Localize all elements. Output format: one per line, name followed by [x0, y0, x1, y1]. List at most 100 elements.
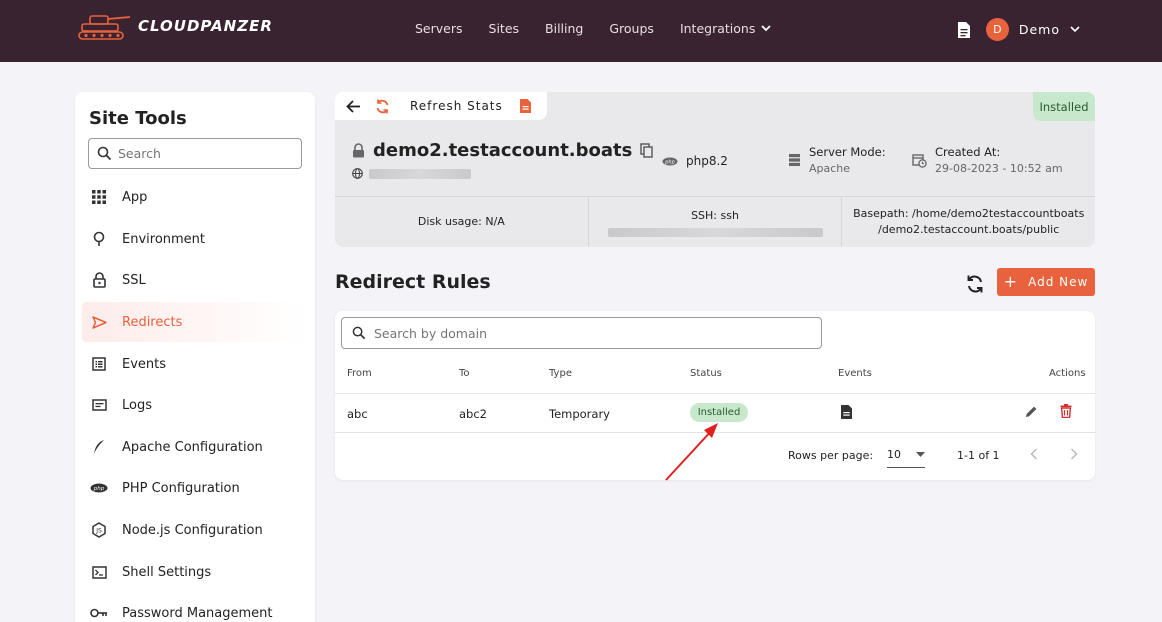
sidebar-item-shell-settings[interactable]: Shell Settings: [82, 552, 308, 592]
column-header-to[interactable]: To: [459, 368, 470, 379]
cell-to: abc2: [459, 407, 487, 421]
events-document-icon[interactable]: [840, 404, 853, 420]
sidebar-item-logs[interactable]: Logs: [82, 385, 308, 425]
rows-per-page-value: 10: [887, 448, 901, 461]
search-icon: [352, 326, 366, 340]
php-icon: php: [90, 479, 108, 497]
svg-text:php: php: [93, 486, 105, 492]
send-icon: [90, 313, 108, 331]
key-icon: [90, 604, 108, 622]
sidebar-item-label: PHP Configuration: [122, 480, 240, 496]
sidebar-item-label: Apache Configuration: [122, 439, 263, 455]
site-toolbar: Refresh Stats: [335, 92, 547, 120]
avatar[interactable]: D: [985, 18, 1009, 41]
column-header-events[interactable]: Events: [838, 368, 872, 379]
sidebar-item-password-management[interactable]: Password Management: [82, 593, 308, 622]
nav-servers-label: Servers: [415, 21, 463, 36]
logo[interactable]: CLOUDPANZER: [76, 10, 273, 42]
ssh-label: SSH: ssh: [691, 208, 739, 222]
nav-integrations-label: Integrations: [679, 21, 756, 36]
site-stats-row: Disk usage: N/A SSH: ssh Basepath: /home…: [335, 196, 1095, 247]
refresh-stats-label[interactable]: Refresh Stats: [410, 99, 503, 113]
basepath-line-2: /demo2.testaccount.boats/public: [878, 223, 1060, 236]
server-icon: [789, 154, 800, 166]
lock-icon: [353, 143, 364, 158]
pagination-range: 1-1 of 1: [957, 449, 1000, 462]
rows-per-page-select[interactable]: 10: [887, 442, 925, 468]
server-mode: Server Mode: Apache: [788, 145, 886, 175]
feather-icon: [90, 438, 108, 456]
nav-sites[interactable]: Sites: [489, 21, 520, 36]
site-tools-sidebar: Site Tools App Environment SSL Redirects…: [75, 92, 315, 622]
user-name[interactable]: Demo: [1019, 22, 1060, 37]
copy-icon[interactable]: [640, 143, 654, 158]
tank-logo-icon: [78, 15, 131, 40]
prev-page-icon[interactable]: [1030, 448, 1038, 460]
document-icon[interactable]: [956, 21, 972, 39]
nav-servers[interactable]: Servers: [415, 21, 463, 36]
sidebar-item-redirects[interactable]: Redirects: [82, 302, 308, 342]
ssh-info: SSH: ssh: [589, 197, 843, 247]
php-icon: php: [662, 157, 678, 165]
sidebar-item-label: Logs: [122, 397, 152, 413]
nav-integrations[interactable]: Integrations: [680, 21, 771, 36]
sidebar-search[interactable]: [88, 138, 302, 169]
sidebar-item-ssl[interactable]: SSL: [82, 260, 308, 300]
edit-icon[interactable]: [1025, 405, 1038, 418]
sidebar-item-nodejs-configuration[interactable]: JS Node.js Configuration: [82, 510, 308, 550]
disk-usage-label: Disk usage: N/A: [417, 215, 505, 228]
add-new-label: Add New: [1028, 275, 1089, 289]
user-area: D Demo: [956, 18, 1080, 41]
server-mode-value: Apache: [809, 162, 851, 175]
plus-icon: +: [1003, 272, 1019, 291]
top-navbar: CLOUDPANZER Servers Sites Billing Groups…: [0, 0, 1162, 62]
search-icon: [97, 146, 112, 161]
nav-billing-label: Billing: [545, 21, 584, 36]
column-header-from[interactable]: From: [347, 368, 372, 379]
sidebar-title: Site Tools: [89, 108, 187, 129]
sidebar-item-label: Events: [122, 356, 167, 372]
grid-icon: [90, 188, 108, 206]
refresh-icon[interactable]: [375, 99, 390, 114]
nav-billing[interactable]: Billing: [545, 21, 583, 36]
domain-row: demo2.testaccount.boats: [352, 140, 654, 161]
header-divider: [335, 393, 1095, 394]
nav-groups[interactable]: Groups: [609, 21, 654, 36]
site-domain: demo2.testaccount.boats: [373, 140, 633, 161]
sidebar-item-environment[interactable]: Environment: [82, 219, 308, 259]
add-new-button[interactable]: + Add New: [997, 268, 1095, 296]
page-title: Redirect Rules: [335, 271, 491, 293]
sidebar-item-apache-configuration[interactable]: Apache Configuration: [82, 427, 308, 467]
created-at-value: 29-08-2023 - 10:52 am: [935, 162, 1063, 175]
sidebar-item-label: Redirects: [122, 314, 183, 330]
refresh-rules-button[interactable]: [963, 272, 987, 296]
annotation-arrow-icon: [665, 423, 718, 481]
cell-from: abc: [347, 407, 368, 421]
next-page-icon[interactable]: [1070, 448, 1078, 460]
calendar-clock-icon: [912, 154, 927, 168]
delete-icon[interactable]: [1060, 404, 1072, 418]
sidebar-search-input[interactable]: [118, 146, 288, 161]
domain-search[interactable]: [341, 317, 822, 349]
basepath-info: Basepath: /home/demo2testaccountboats /d…: [842, 197, 1095, 247]
sidebar-item-app[interactable]: App: [82, 177, 308, 217]
site-info-card: Refresh Stats Installed demo2.testaccoun…: [335, 92, 1095, 247]
column-header-type[interactable]: Type: [549, 368, 572, 379]
user-menu-chevron-icon[interactable]: [1070, 26, 1080, 33]
caret-down-icon: [916, 452, 925, 457]
domain-search-input[interactable]: [374, 325, 794, 341]
chevron-down-icon: [761, 25, 771, 32]
sidebar-item-php-configuration[interactable]: php PHP Configuration: [82, 468, 308, 508]
created-at: Created At: 29-08-2023 - 10:52 am: [912, 145, 1063, 175]
basepath-line-1: Basepath: /home/demo2testaccountboats: [853, 207, 1085, 220]
file-icon[interactable]: [519, 98, 532, 114]
disk-usage: Disk usage: N/A: [335, 197, 589, 247]
sidebar-item-label: Node.js Configuration: [122, 522, 263, 538]
sidebar-item-events[interactable]: Events: [82, 344, 308, 384]
nav-groups-label: Groups: [609, 21, 654, 36]
column-header-status[interactable]: Status: [690, 368, 722, 379]
nodejs-icon: JS: [90, 521, 108, 539]
back-arrow-icon[interactable]: [346, 99, 361, 113]
environment-icon: [90, 230, 108, 248]
column-header-actions: Actions: [1049, 368, 1086, 379]
